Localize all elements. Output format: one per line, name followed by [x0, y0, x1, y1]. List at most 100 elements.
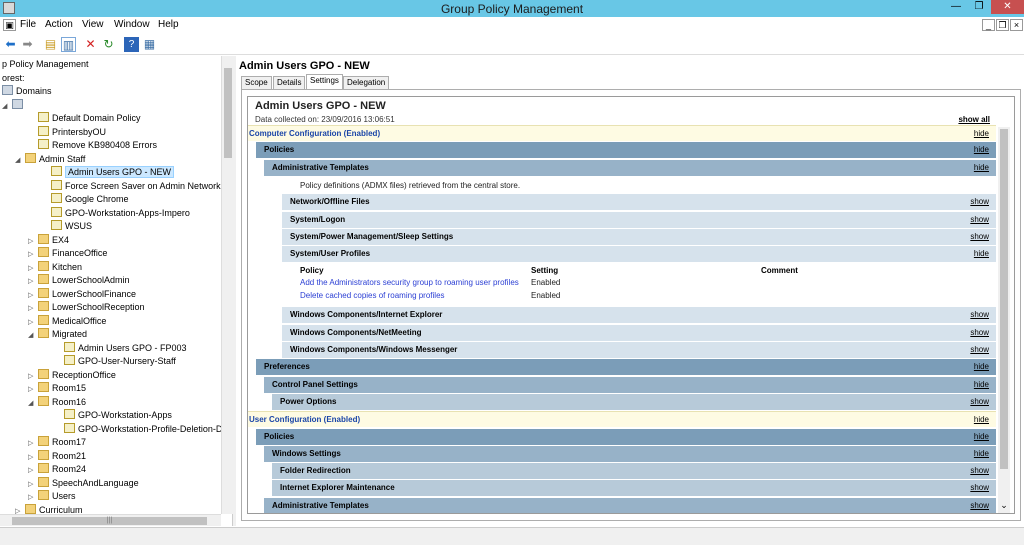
expand-arrow-icon[interactable]: ▷: [28, 478, 38, 491]
expand-arrow-icon[interactable]: ▷: [28, 451, 38, 464]
tree-node[interactable]: Default Domain Policy: [28, 112, 141, 125]
child-restore-button[interactable]: ❐: [996, 19, 1009, 31]
tree-node[interactable]: ▷ Room21: [28, 449, 86, 464]
console-icon[interactable]: ▣: [3, 19, 16, 31]
tree-node[interactable]: ▷ EX4: [28, 233, 69, 248]
tree-node[interactable]: ▷ LowerSchoolFinance: [28, 287, 136, 302]
hide-link[interactable]: hide: [974, 359, 989, 375]
tree-node[interactable]: PrintersbyOU: [28, 125, 106, 139]
expand-arrow-icon[interactable]: ▷: [28, 316, 38, 329]
tree-node[interactable]: ▷ LowerSchoolAdmin: [28, 274, 130, 287]
expand-arrow-icon[interactable]: ▷: [28, 248, 38, 261]
maximize-button[interactable]: ❐: [968, 0, 990, 14]
close-button[interactable]: ✕: [991, 0, 1024, 14]
tree-vertical-scrollbar[interactable]: [221, 56, 233, 514]
show-link[interactable]: show: [970, 325, 989, 341]
show-hide-tree-icon[interactable]: ▥: [61, 37, 76, 52]
back-arrow-icon[interactable]: ⬅: [3, 37, 18, 52]
menu-help[interactable]: Help: [158, 19, 179, 30]
child-minimize-button[interactable]: _: [982, 19, 995, 31]
policy-name-link[interactable]: Add the Administrators security group to…: [300, 278, 519, 287]
hide-link[interactable]: hide: [974, 429, 989, 445]
refresh-icon[interactable]: ↻: [101, 37, 116, 52]
tree-node[interactable]: ▷ Users: [28, 490, 76, 503]
collapse-arrow-icon[interactable]: ◢: [15, 154, 25, 167]
menu-view[interactable]: View: [82, 19, 104, 30]
hide-link[interactable]: hide: [974, 126, 989, 142]
menu-file[interactable]: File: [20, 19, 36, 30]
tree-node[interactable]: ▷ ReceptionOffice: [28, 368, 116, 383]
show-link[interactable]: show: [970, 480, 989, 496]
hide-link[interactable]: hide: [974, 412, 989, 428]
tab-scope[interactable]: Scope: [241, 76, 272, 90]
show-link[interactable]: show: [970, 212, 989, 228]
collapse-arrow-icon[interactable]: ◢: [2, 100, 12, 113]
tree-node[interactable]: ▷ Room15: [28, 382, 86, 395]
tree-node[interactable]: ▷ LowerSchoolReception: [28, 301, 145, 314]
collapse-arrow-icon[interactable]: ◢: [28, 397, 38, 410]
policy-name-link[interactable]: Delete cached copies of roaming profiles: [300, 291, 445, 300]
tree-node[interactable]: GPO-Workstation-Profile-Deletion-Dis: [54, 422, 229, 436]
expand-arrow-icon[interactable]: ▷: [28, 262, 38, 275]
expand-arrow-icon[interactable]: ▷: [28, 383, 38, 396]
show-link[interactable]: show: [970, 498, 989, 513]
menu-action[interactable]: Action: [45, 19, 73, 30]
tree-node[interactable]: ◢ Migrated: [28, 328, 87, 341]
tree-node[interactable]: ▷ FinanceOffice: [28, 247, 107, 260]
show-all-link[interactable]: show all: [958, 115, 990, 124]
tree-node[interactable]: GPO-Workstation-Apps: [54, 409, 172, 422]
child-close-button[interactable]: ×: [1010, 19, 1023, 31]
expand-arrow-icon[interactable]: ▷: [28, 464, 38, 477]
show-link[interactable]: show: [970, 229, 989, 245]
tree-node[interactable]: ▷ MedicalOffice: [28, 314, 106, 329]
tree-node[interactable]: Google Chrome: [41, 193, 129, 206]
menu-window[interactable]: Window: [114, 19, 150, 30]
tree-node[interactable]: GPO-Workstation-Apps-Impero: [41, 206, 190, 220]
show-link[interactable]: show: [970, 463, 989, 479]
hide-link[interactable]: hide: [974, 160, 989, 176]
tree-node[interactable]: ◢ Room16: [28, 395, 86, 410]
tree-node[interactable]: ▷ Room24: [28, 463, 86, 476]
show-link[interactable]: show: [970, 307, 989, 323]
collapse-arrow-icon[interactable]: ◢: [28, 329, 38, 342]
tree-node[interactable]: ▷ SpeechAndLanguage: [28, 476, 139, 491]
properties-icon[interactable]: ▦: [142, 37, 157, 52]
show-link[interactable]: show: [970, 342, 989, 358]
tree-node[interactable]: WSUS: [41, 220, 92, 233]
hide-link[interactable]: hide: [974, 446, 989, 462]
tree-node[interactable]: Force Screen Saver on Admin Network: [41, 179, 221, 193]
tree-node[interactable]: Remove KB980408 Errors: [28, 139, 157, 152]
show-link[interactable]: show: [970, 194, 989, 210]
forward-arrow-icon[interactable]: ➡: [20, 37, 35, 52]
help-icon[interactable]: ?: [124, 37, 139, 52]
hide-link[interactable]: hide: [974, 142, 989, 158]
tab-details[interactable]: Details: [273, 76, 306, 90]
expand-arrow-icon[interactable]: ▷: [28, 302, 38, 315]
delete-icon[interactable]: ✕: [83, 37, 98, 52]
hide-link[interactable]: hide: [974, 377, 989, 393]
tab-settings[interactable]: Settings: [306, 74, 343, 90]
tree-node[interactable]: p Policy Management: [2, 58, 89, 71]
up-folder-icon[interactable]: ▤: [43, 37, 58, 52]
hide-link[interactable]: hide: [974, 246, 989, 262]
show-link[interactable]: show: [970, 394, 989, 410]
tree-horizontal-scrollbar[interactable]: |||: [0, 514, 221, 526]
tree-node[interactable]: orest:: [2, 72, 25, 85]
tree-node[interactable]: Admin Users GPO - FP003: [54, 341, 187, 355]
expand-arrow-icon[interactable]: ▷: [28, 437, 38, 450]
tree-node[interactable]: ◢ Admin Staff: [15, 152, 85, 167]
expand-arrow-icon[interactable]: ▷: [28, 275, 38, 288]
expand-arrow-icon[interactable]: ▷: [28, 370, 38, 383]
expand-arrow-icon[interactable]: ▷: [28, 289, 38, 302]
report-vertical-scrollbar[interactable]: ⌄: [998, 127, 1010, 513]
tree-node[interactable]: ▷ Room17: [28, 436, 86, 449]
minimize-button[interactable]: —: [945, 0, 967, 14]
tree-node[interactable]: ◢: [2, 98, 26, 113]
tree-node[interactable]: Admin Users GPO - NEW: [41, 166, 175, 179]
tree-node[interactable]: Domains: [2, 85, 52, 98]
expand-arrow-icon[interactable]: ▷: [28, 235, 38, 248]
tab-delegation[interactable]: Delegation: [343, 76, 390, 90]
tree-node[interactable]: GPO-User-Nursery-Staff: [54, 355, 176, 368]
expand-arrow-icon[interactable]: ▷: [28, 491, 38, 504]
tree-node[interactable]: ▷ Kitchen: [28, 260, 82, 275]
